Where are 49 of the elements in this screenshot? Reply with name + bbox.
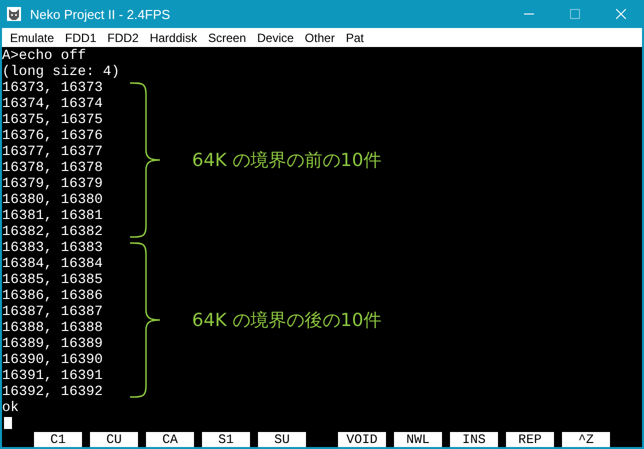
terminal-line: 16390, 16390 bbox=[2, 352, 103, 368]
window-title: Neko Project II - 2.4FPS bbox=[30, 6, 172, 22]
terminal-line: 16391, 16391 bbox=[2, 368, 103, 384]
terminal-line: 16385, 16385 bbox=[2, 272, 103, 288]
terminal-line: 16379, 16379 bbox=[2, 176, 103, 192]
terminal-line: 16388, 16388 bbox=[2, 320, 103, 336]
menu-item[interactable]: Device bbox=[253, 30, 301, 44]
terminal-line: (long size: 4) bbox=[2, 64, 120, 80]
menu-item[interactable]: Screen bbox=[204, 30, 254, 44]
annotation-label: 64K の境界の前の10件 bbox=[192, 149, 382, 172]
menu-item[interactable]: Pat bbox=[342, 30, 371, 44]
annotation-label: 64K の境界の後の10件 bbox=[192, 309, 382, 332]
terminal-line: 16374, 16374 bbox=[2, 96, 103, 112]
function-key[interactable]: VOID bbox=[338, 432, 386, 447]
brace-icon bbox=[128, 240, 162, 400]
menu-item[interactable]: FDD2 bbox=[103, 30, 146, 44]
terminal-line: ok bbox=[2, 400, 19, 416]
menu-item[interactable]: FDD1 bbox=[61, 30, 104, 44]
terminal-line: 16373, 16373 bbox=[2, 80, 103, 96]
terminal-line: 16383, 16383 bbox=[2, 240, 103, 256]
terminal-line: 16378, 16378 bbox=[2, 160, 103, 176]
maximize-icon bbox=[570, 9, 580, 19]
terminal-line: 16387, 16387 bbox=[2, 304, 103, 320]
terminal-line: 16377, 16377 bbox=[2, 144, 103, 160]
function-key[interactable]: ^Z bbox=[562, 432, 610, 447]
terminal-line: A>echo off bbox=[2, 48, 86, 64]
function-key[interactable]: CA bbox=[146, 432, 194, 447]
terminal-line: 16380, 16380 bbox=[2, 192, 103, 208]
terminal-line: 16382, 16382 bbox=[2, 224, 103, 240]
function-key[interactable]: CU bbox=[90, 432, 138, 447]
terminal-line: 16392, 16392 bbox=[2, 384, 103, 400]
function-key[interactable]: NWL bbox=[394, 432, 442, 447]
cat-icon bbox=[6, 6, 22, 22]
terminal-line: 16384, 16384 bbox=[2, 256, 103, 272]
function-key[interactable]: C1 bbox=[34, 432, 82, 447]
function-key[interactable]: SU bbox=[258, 432, 306, 447]
terminal-line: 16375, 16375 bbox=[2, 112, 103, 128]
menu-item[interactable]: Harddisk bbox=[146, 30, 204, 44]
terminal-line: 16389, 16389 bbox=[2, 336, 103, 352]
terminal-line: 16386, 16386 bbox=[2, 288, 103, 304]
function-key[interactable]: REP bbox=[506, 432, 554, 447]
close-icon bbox=[616, 9, 626, 19]
function-key[interactable]: INS bbox=[450, 432, 498, 447]
menu-item[interactable]: Emulate bbox=[6, 30, 62, 44]
terminal-line: 16381, 16381 bbox=[2, 208, 103, 224]
brace-icon bbox=[128, 80, 162, 240]
menu-item[interactable]: Other bbox=[300, 30, 342, 44]
terminal-line: 16376, 16376 bbox=[2, 128, 103, 144]
function-key[interactable]: S1 bbox=[202, 432, 250, 447]
